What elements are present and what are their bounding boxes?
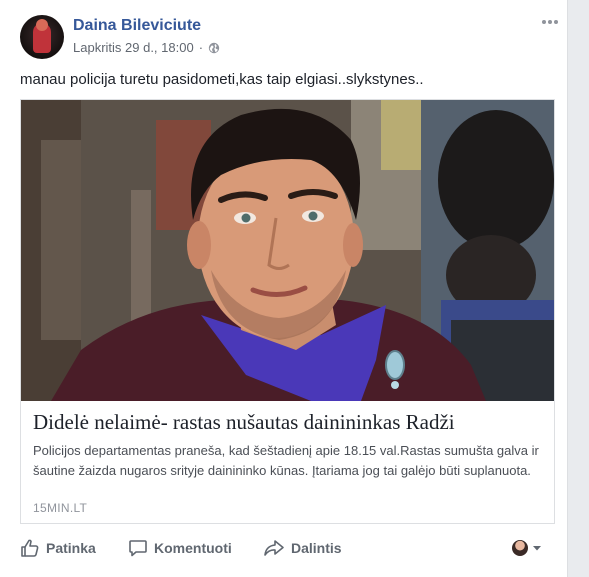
link-preview-description: Policijos departamentas praneša, kad šeš… <box>33 443 539 478</box>
globe-icon[interactable] <box>208 42 220 54</box>
post-meta: Lapkritis 29 d., 18:00 · <box>73 40 220 55</box>
author-name[interactable]: Daina Bileviciute <box>73 17 201 35</box>
author-avatar[interactable] <box>20 15 64 59</box>
link-preview-title[interactable]: Didelė nelaimė- rastas nušautas daininin… <box>33 410 543 435</box>
share-arrow-icon <box>264 540 284 556</box>
meta-separator: · <box>198 40 204 55</box>
reaction-audience-selector[interactable] <box>512 536 542 560</box>
share-button[interactable]: Dalintis <box>263 536 342 560</box>
post-timestamp[interactable]: Lapkritis 29 d., 18:00 <box>73 40 194 55</box>
share-label: Dalintis <box>291 540 342 556</box>
post-actions-bar: Patinka Komentuoti Dalintis <box>20 536 548 560</box>
more-options-button[interactable] <box>538 12 562 32</box>
link-preview-image[interactable] <box>21 100 554 401</box>
post-text: manau policija turetu pasidometi,kas tai… <box>20 71 424 88</box>
comment-icon <box>129 540 147 557</box>
post-card: Daina Bileviciute Lapkritis 29 d., 18:00… <box>0 0 568 577</box>
comment-label: Komentuoti <box>154 540 232 556</box>
link-preview-source: 15MIN.LT <box>33 501 88 515</box>
comment-button[interactable]: Komentuoti <box>128 536 232 560</box>
like-label: Patinka <box>46 540 96 556</box>
chevron-down-icon <box>533 546 541 551</box>
more-options-icon <box>542 20 558 24</box>
thumbs-up-icon <box>21 539 39 557</box>
viewer-avatar <box>512 540 528 556</box>
like-button[interactable]: Patinka <box>20 536 96 560</box>
link-preview-card[interactable]: Didelė nelaimė- rastas nušautas daininin… <box>20 99 555 524</box>
